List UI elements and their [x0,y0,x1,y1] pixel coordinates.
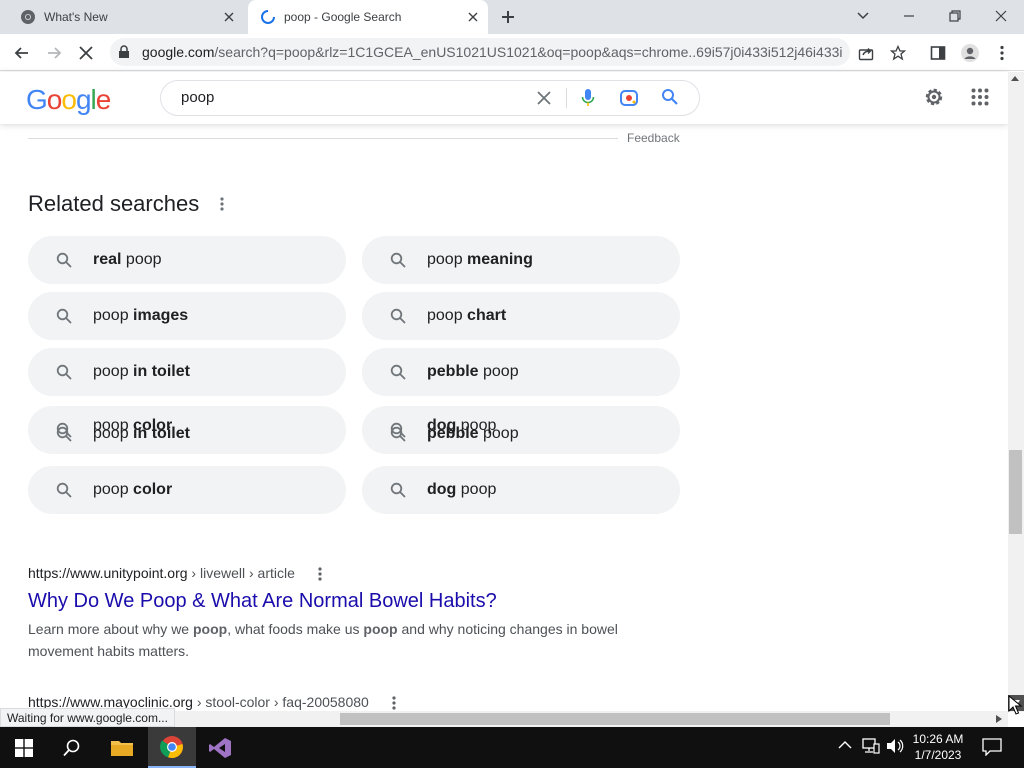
result-more-icon[interactable] [387,695,401,711]
lock-icon[interactable] [118,45,130,59]
horizontal-scroll-thumb[interactable] [340,713,890,725]
related-search-chip[interactable]: poop meaning [362,236,680,284]
tab-title: What's New [44,10,108,24]
feedback-divider [28,138,618,139]
search-icon [390,482,406,498]
close-tab-icon[interactable] [220,8,238,26]
chrome-icon [20,9,36,25]
tray-chevron-icon[interactable] [838,740,852,750]
related-search-chip[interactable]: dog poop [362,406,680,454]
clock-time: 10:26 AM [912,732,964,746]
result-more-icon[interactable] [313,566,327,582]
related-search-chip[interactable]: poop chart [362,292,680,340]
url-path: /search?q=poop&rlz=1C1GCEA_enUS1021US102… [214,44,842,60]
snippet-text: Learn more about why we [28,621,193,637]
result-snippet: Learn more about why we poop, what foods… [28,618,628,662]
restore-icon[interactable] [942,4,968,28]
chip-label: poop color [93,417,173,434]
related-search-chip[interactable]: dog poop [362,466,680,514]
forward-icon[interactable] [44,43,64,63]
chip-label: pebble poop [427,363,519,380]
snippet-bold: poop [363,621,398,637]
close-tab-icon[interactable] [464,8,482,26]
network-icon[interactable] [862,738,880,754]
profile-avatar-icon[interactable] [960,43,980,63]
file-explorer-icon[interactable] [98,727,146,768]
related-search-chip[interactable]: poop images [28,292,346,340]
side-panel-icon[interactable] [928,43,948,63]
tab-search-icon[interactable] [850,4,876,28]
loading-spinner-icon [260,9,276,25]
related-search-chip[interactable]: poop color [28,406,346,454]
more-options-icon[interactable] [215,196,229,212]
related-search-chip[interactable]: pebble poop [362,348,680,396]
related-search-chip[interactable]: real poop [28,236,346,284]
related-search-chip[interactable]: poop in toilet [28,348,346,396]
snippet-bold: poop [192,621,228,637]
url-text[interactable]: google.com/search?q=poop&rlz=1C1GCEA_enU… [142,44,842,60]
search-icon [390,422,406,438]
close-window-icon[interactable] [988,4,1014,28]
back-icon[interactable] [12,43,32,63]
vertical-scrollbar[interactable] [1008,72,1024,712]
tab-whats-new[interactable]: What's New [8,0,244,34]
volume-icon[interactable] [886,738,904,754]
feedback-link[interactable]: Feedback [627,131,680,145]
taskbar-clock[interactable]: 10:26 AM 1/7/2023 [906,731,970,763]
settings-gear-icon[interactable] [923,86,945,108]
vertical-scroll-thumb[interactable] [1009,450,1022,534]
chip-label: dog poop [427,481,497,498]
chip-label: real poop [93,251,162,268]
chip-label: poop images [93,307,189,324]
related-searches-title: Related searches [28,191,200,216]
apps-grid-icon[interactable] [971,88,989,106]
taskbar-search-icon[interactable] [48,727,96,768]
search-icon [390,308,406,324]
voice-search-icon[interactable] [581,88,595,108]
bookmark-star-icon[interactable] [888,43,908,63]
mouse-cursor-icon [1008,695,1022,715]
start-windows-icon[interactable] [0,727,48,768]
google-logo[interactable]: Google [26,84,111,116]
tab-title: poop - Google Search [284,10,402,24]
chip-label: poop chart [427,307,507,324]
status-bubble: Waiting for www.google.com... [0,708,175,727]
search-icon [56,482,72,498]
scroll-up-arrow-icon[interactable] [1010,74,1020,82]
related-search-chip[interactable]: poop color [28,466,346,514]
visual-studio-icon[interactable] [196,727,244,768]
search-submit-icon[interactable] [661,88,679,106]
stop-loading-icon[interactable] [76,43,96,63]
chip-label: dog poop [427,417,497,434]
url-domain: google.com [142,44,215,60]
search-icon [56,422,72,438]
result-path: › stool-color › faq-20058080 [192,694,369,710]
scroll-right-arrow-icon[interactable] [995,714,1003,724]
chip-label: poop meaning [427,251,533,268]
taskbar-chrome-icon[interactable] [148,727,196,768]
menu-kebab-icon[interactable] [992,43,1012,63]
search-divider [566,88,567,108]
chip-label: poop in toilet [93,363,190,380]
search-icon [56,308,72,324]
snippet-text: , what foods make us [227,621,364,637]
result-domain: https://www.unitypoint.org [28,565,188,581]
share-icon[interactable] [856,43,876,63]
notifications-icon[interactable] [982,738,1002,756]
search-icon [390,252,406,268]
clock-date: 1/7/2023 [914,748,962,762]
clear-search-icon[interactable] [536,90,552,106]
search-icon [56,364,72,380]
result-citation[interactable]: https://www.unitypoint.org › livewell › … [28,565,295,581]
new-tab-icon[interactable] [498,7,518,27]
chip-label: poop color [93,481,173,498]
result-path: › livewell › article [187,565,295,581]
search-input[interactable]: poop [181,89,214,106]
tab-google-search[interactable]: poop - Google Search [248,0,488,34]
search-icon [390,364,406,380]
result-title-link[interactable]: Why Do We Poop & What Are Normal Bowel H… [28,590,497,613]
search-icon [56,252,72,268]
minimize-icon[interactable] [896,4,922,28]
lens-search-icon[interactable] [619,88,639,108]
